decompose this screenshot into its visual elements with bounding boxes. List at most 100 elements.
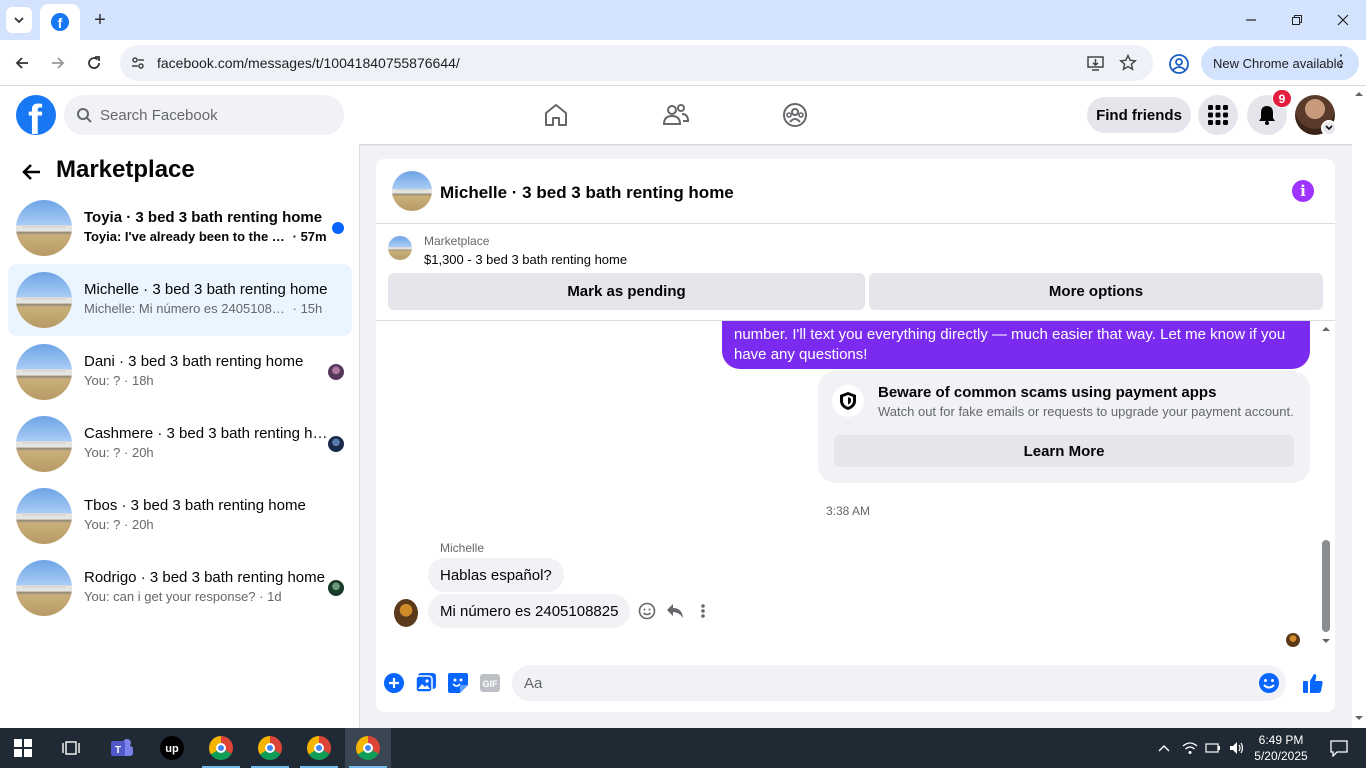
install-app-icon[interactable] [1086, 53, 1106, 73]
info-icon[interactable]: i [1292, 180, 1314, 202]
minimize-button[interactable] [1228, 0, 1274, 40]
tab-search-button[interactable] [6, 7, 32, 33]
outgoing-message-line: number. I'll text you everything directl… [734, 326, 1286, 343]
conversation-item[interactable]: Tbos · 3 bed 3 bath renting home You: ? … [8, 480, 352, 552]
volume-control[interactable] [1225, 728, 1249, 768]
conversation-preview: You: ? · 18h [84, 373, 154, 388]
home-nav-button[interactable] [540, 100, 572, 130]
more-actions-plus-button[interactable] [382, 671, 406, 695]
mark-as-pending-button[interactable]: Mark as pending [388, 273, 865, 310]
wifi-icon [1182, 742, 1198, 754]
chrome-icon [356, 736, 380, 760]
menu-button[interactable] [1198, 95, 1238, 135]
find-friends-button[interactable]: Find friends [1087, 97, 1191, 133]
bookmark-star-icon[interactable] [1118, 53, 1138, 73]
minimize-icon [1246, 19, 1256, 21]
sender-avatar[interactable] [394, 599, 418, 627]
chat-title[interactable]: Michelle · 3 bed 3 bath renting home [440, 183, 734, 203]
groups-nav-button[interactable] [779, 100, 811, 130]
close-window-button[interactable] [1320, 0, 1366, 40]
outgoing-message[interactable]: number. I'll text you everything directl… [722, 321, 1310, 369]
listing-thumbnail [16, 344, 72, 400]
scroll-up-icon[interactable] [1354, 90, 1364, 98]
account-chevron-icon[interactable] [1321, 120, 1337, 136]
action-center-button[interactable] [1316, 728, 1362, 768]
facebook-search-input[interactable]: Search Facebook [64, 95, 344, 135]
attach-photo-button[interactable] [414, 671, 438, 695]
gif-icon: GIF [480, 674, 500, 692]
battery-status[interactable] [1201, 728, 1225, 768]
new-chrome-available-button[interactable]: New Chrome available ⋮ [1201, 46, 1359, 80]
chrome-taskbar-button[interactable] [296, 728, 342, 768]
page-scrollbar[interactable] [1352, 86, 1366, 728]
browser-tab-facebook[interactable]: f [40, 4, 80, 40]
conversation-item[interactable]: Toyia · 3 bed 3 bath renting home Toyia:… [8, 192, 352, 264]
svg-text:T: T [115, 745, 121, 756]
start-button[interactable] [0, 728, 46, 768]
facebook-logo[interactable]: f [16, 95, 56, 135]
emoji-icon[interactable] [1258, 672, 1280, 694]
incoming-message[interactable]: Hablas español? [428, 558, 564, 592]
friends-nav-button[interactable] [660, 100, 692, 130]
listing-price[interactable]: $1,300 - 3 bed 3 bath renting home [424, 252, 627, 267]
task-view-button[interactable] [48, 728, 94, 768]
listing-small-thumbnail[interactable] [388, 236, 412, 260]
show-hidden-icons-button[interactable] [1152, 728, 1176, 768]
chat-panel: Michelle · 3 bed 3 bath renting home i M… [376, 159, 1335, 712]
scrollbar-thumb[interactable] [1322, 540, 1330, 632]
upwork-taskbar-button[interactable]: up [149, 728, 195, 768]
chrome-icon [258, 736, 282, 760]
conversation-item[interactable]: Rodrigo · 3 bed 3 bath renting home You:… [8, 552, 352, 624]
notification-count-badge: 9 [1272, 89, 1292, 108]
chat-listing-thumbnail[interactable] [392, 171, 432, 211]
new-tab-button[interactable]: + [88, 8, 112, 32]
react-button[interactable] [636, 600, 658, 622]
chrome-taskbar-button[interactable] [198, 728, 244, 768]
scroll-up-icon[interactable] [1321, 325, 1331, 333]
listing-source-label: Marketplace [424, 234, 490, 248]
reply-button[interactable] [664, 600, 686, 622]
chrome-taskbar-button[interactable] [247, 728, 293, 768]
read-receipt-avatar [1286, 633, 1300, 647]
scroll-down-icon[interactable] [1354, 714, 1364, 722]
taskbar-clock[interactable]: 6:49 PM 5/20/2025 [1253, 732, 1309, 764]
more-actions-button[interactable] [692, 600, 714, 622]
seen-avatar [328, 580, 344, 596]
reload-button[interactable] [80, 49, 108, 77]
seen-avatar [328, 436, 344, 452]
photo-icon [415, 673, 436, 693]
windows-logo-icon [14, 739, 32, 757]
back-button[interactable] [8, 49, 36, 77]
chrome-icon [307, 736, 331, 760]
sticker-button[interactable] [446, 671, 470, 695]
message-input[interactable]: Aa [512, 665, 1286, 701]
teams-taskbar-button[interactable]: T [99, 728, 145, 768]
conversation-preview: You: can i get your response? · 1d [84, 589, 282, 604]
conversation-name: Cashmere · 3 bed 3 bath renting home [84, 425, 330, 442]
chrome-profile-icon[interactable] [1168, 53, 1190, 75]
gif-button[interactable]: GIF [478, 671, 502, 695]
incoming-message[interactable]: Mi número es 2405108825 [428, 594, 631, 628]
restore-button[interactable] [1274, 0, 1320, 40]
message-scrollbar[interactable] [1319, 321, 1335, 651]
conversation-item[interactable]: Dani · 3 bed 3 bath renting home You: ? … [8, 336, 352, 408]
conversation-item-active[interactable]: Michelle · 3 bed 3 bath renting home Mic… [8, 264, 352, 336]
facebook-favicon-icon: f [51, 13, 69, 31]
notification-center-icon [1330, 740, 1348, 757]
clock-time: 6:49 PM [1258, 733, 1304, 747]
task-view-icon [62, 741, 80, 755]
listing-thumbnail [16, 272, 72, 328]
chrome-taskbar-button-active[interactable] [345, 728, 391, 768]
address-bar[interactable]: facebook.com/messages/t/1004184075587664… [120, 45, 1153, 81]
like-button[interactable] [1301, 671, 1325, 695]
grid-menu-icon [1208, 105, 1228, 125]
back-arrow-icon[interactable] [20, 160, 44, 184]
site-info-icon[interactable] [128, 53, 148, 73]
marketplace-conversations-panel: Marketplace Toyia · 3 bed 3 bath renting… [0, 144, 360, 728]
more-options-button[interactable]: More options [869, 273, 1323, 310]
forward-button[interactable] [44, 49, 72, 77]
learn-more-button[interactable]: Learn More [834, 435, 1294, 467]
scroll-down-icon[interactable] [1321, 637, 1331, 645]
conversation-item[interactable]: Cashmere · 3 bed 3 bath renting home You… [8, 408, 352, 480]
wifi-status[interactable] [1178, 728, 1202, 768]
